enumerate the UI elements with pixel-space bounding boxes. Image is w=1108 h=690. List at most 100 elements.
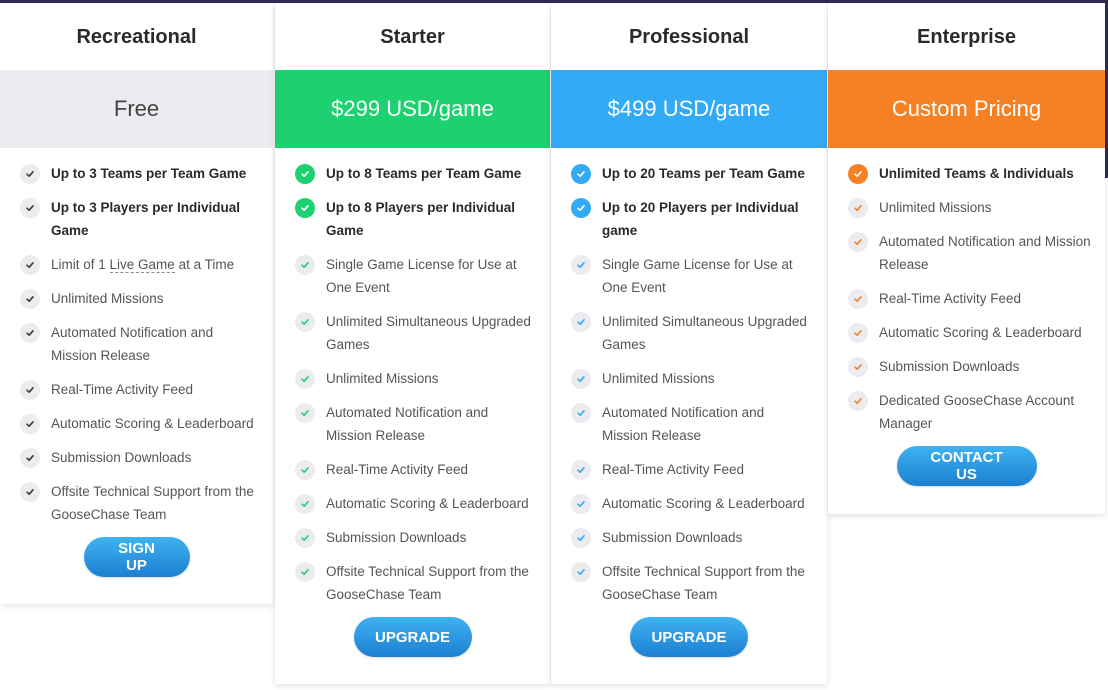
feature-text-part: at a Time	[174, 257, 235, 272]
check-icon	[295, 164, 315, 184]
feature-text: Submission Downloads	[326, 530, 467, 545]
feature-list: Up to 3 Teams per Team Game Up to 3 Playe…	[0, 148, 273, 526]
feature-item: Automated Notification and Mission Relea…	[295, 401, 536, 447]
feature-item: Offsite Technical Support from the Goose…	[295, 560, 536, 606]
feature-text: Real-Time Activity Feed	[326, 462, 469, 477]
check-icon	[295, 312, 315, 332]
plan-price: Free	[0, 70, 273, 148]
feature-text: Automatic Scoring & Leaderboard	[51, 416, 254, 431]
check-icon	[848, 357, 868, 377]
feature-item: Automatic Scoring & Leaderboard	[20, 412, 259, 435]
plan-card-professional: Professional $499 USD/game Up to 20 Teams …	[551, 3, 827, 684]
check-icon	[20, 414, 40, 434]
feature-item: Up to 3 Teams per Team Game	[20, 162, 259, 185]
feature-text: Unlimited Missions	[51, 291, 164, 306]
check-icon	[571, 403, 591, 423]
check-icon	[571, 198, 591, 218]
feature-text-part: Limit of 1	[51, 257, 110, 272]
recreational-sign-up-button[interactable]: SIGN UP	[83, 537, 190, 577]
feature-item: Unlimited Missions	[571, 367, 813, 390]
feature-item: Up to 3 Players per Individual Game	[20, 196, 259, 242]
feature-item: Limit of 1 Live Game at a Time	[20, 253, 259, 276]
feature-text: Unlimited Simultaneous Upgraded Games	[602, 314, 807, 352]
professional-upgrade-button[interactable]: UPGRADE	[630, 617, 748, 657]
feature-item: Unlimited Missions	[295, 367, 536, 390]
check-icon	[571, 164, 591, 184]
check-icon	[571, 312, 591, 332]
check-icon	[295, 562, 315, 582]
feature-text: Single Game License for Use at One Event	[326, 257, 517, 295]
feature-item: Offsite Technical Support from the Goose…	[20, 480, 259, 526]
enterprise-contact-us-button[interactable]: CONTACT US	[896, 446, 1037, 486]
live-game-tooltip-link[interactable]: Live Game	[109, 257, 175, 273]
cta-container: UPGRADE	[551, 617, 827, 657]
feature-list: Unlimited Teams & Individuals Unlimited M…	[828, 148, 1105, 435]
check-icon	[295, 198, 315, 218]
plan-name: Recreational	[76, 26, 197, 48]
starter-upgrade-button[interactable]: UPGRADE	[353, 617, 472, 657]
feature-item: Unlimited Simultaneous Upgraded Games	[295, 310, 536, 356]
feature-text: Up to 20 Players per Individual game	[602, 200, 799, 238]
feature-text: Automated Notification and Mission Relea…	[879, 234, 1091, 272]
plan-name: Enterprise	[917, 26, 1016, 48]
check-icon	[20, 164, 40, 184]
check-icon	[20, 448, 40, 468]
feature-item: Automated Notification and Mission Relea…	[848, 230, 1091, 276]
plan-card-enterprise: Enterprise Custom Pricing Unlimited Teams …	[828, 3, 1105, 514]
feature-item: Real-Time Activity Feed	[20, 378, 259, 401]
feature-text: Automated Notification and Mission Relea…	[326, 405, 489, 443]
feature-text: Unlimited Missions	[602, 371, 715, 386]
check-icon	[848, 391, 868, 411]
feature-list: Up to 20 Teams per Team Game Up to 20 Pla…	[551, 148, 827, 606]
check-icon	[20, 255, 40, 275]
check-icon	[848, 289, 868, 309]
plan-name: Professional	[628, 26, 750, 48]
feature-item: Submission Downloads	[295, 526, 536, 549]
feature-text: Submission Downloads	[879, 359, 1020, 374]
check-icon	[571, 369, 591, 389]
feature-text: Unlimited Missions	[326, 371, 439, 386]
plan-price: Custom Pricing	[828, 70, 1105, 148]
feature-item: Automated Notification and Mission Relea…	[20, 321, 259, 367]
check-icon	[848, 323, 868, 343]
check-icon	[295, 528, 315, 548]
feature-item: Up to 20 Players per Individual game	[571, 196, 813, 242]
feature-text: Dedicated GooseChase Account Manager	[879, 393, 1075, 431]
check-icon	[848, 198, 868, 218]
feature-item: Automatic Scoring & Leaderboard	[295, 492, 536, 515]
check-icon	[295, 460, 315, 480]
feature-text: Offsite Technical Support from the Goose…	[602, 564, 805, 602]
feature-item: Dedicated GooseChase Account Manager	[848, 389, 1091, 435]
feature-item: Real-Time Activity Feed	[295, 458, 536, 481]
feature-item: Submission Downloads	[571, 526, 813, 549]
feature-text: Up to 8 Teams per Team Game	[326, 166, 522, 181]
cta-container: UPGRADE	[275, 617, 550, 657]
check-icon	[295, 255, 315, 275]
check-icon	[20, 380, 40, 400]
check-icon	[571, 494, 591, 514]
feature-text: Automatic Scoring & Leaderboard	[602, 496, 805, 511]
feature-text: Offsite Technical Support from the Goose…	[326, 564, 529, 602]
feature-text: Automated Notification and Mission Relea…	[51, 325, 214, 363]
feature-item: Unlimited Teams & Individuals	[848, 162, 1091, 185]
feature-item: Single Game License for Use at One Event	[571, 253, 813, 299]
feature-item: Automatic Scoring & Leaderboard	[848, 321, 1091, 344]
feature-text: Submission Downloads	[602, 530, 743, 545]
feature-item: Automatic Scoring & Leaderboard	[571, 492, 813, 515]
plan-card-starter: Starter $299 USD/game Up to 8 Teams per Te…	[275, 3, 550, 684]
feature-text: Real-Time Activity Feed	[879, 291, 1022, 306]
check-icon	[295, 369, 315, 389]
feature-text: Single Game License for Use at One Event	[602, 257, 793, 295]
feature-text: Up to 20 Teams per Team Game	[602, 166, 805, 181]
feature-text: Automated Notification and Mission Relea…	[602, 405, 765, 443]
feature-text: Up to 3 Teams per Team Game	[51, 166, 247, 181]
feature-list: Up to 8 Teams per Team Game Up to 8 Playe…	[275, 148, 550, 606]
feature-item: Unlimited Simultaneous Upgraded Games	[571, 310, 813, 356]
feature-text: Unlimited Missions	[879, 200, 992, 215]
cta-container: SIGN UP	[0, 537, 273, 577]
cta-container: CONTACT US	[828, 446, 1105, 486]
feature-item: Up to 8 Players per Individual Game	[295, 196, 536, 242]
check-icon	[20, 323, 40, 343]
feature-item: Unlimited Missions	[20, 287, 259, 310]
plan-card-recreational: Recreational Free Up to 3 Teams per Team G…	[0, 3, 273, 604]
